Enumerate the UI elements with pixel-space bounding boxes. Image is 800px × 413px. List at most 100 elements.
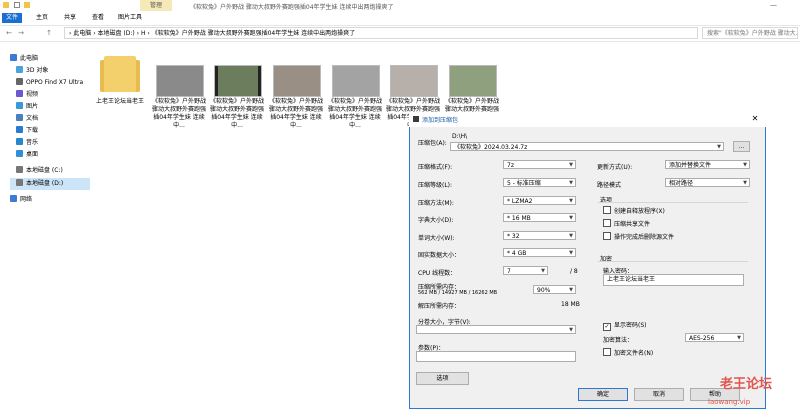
password-input[interactable]: 上老王论坛当老王 <box>603 274 744 286</box>
ok-button[interactable]: 确定 <box>578 388 628 401</box>
method-label: 压缩方法(M): <box>418 200 454 207</box>
tab-home[interactable]: 主页 <box>32 13 52 23</box>
memory-detail: 562 MB / 14927 MB / 16262 MB <box>418 290 498 296</box>
file-caption[interactable]: 《软软兔》户外野战 骤动大叔野外赛跑强插04年学生妹 连续中... <box>268 98 324 130</box>
forward-icon[interactable]: → <box>16 27 26 39</box>
folder-icon <box>3 2 9 8</box>
decompress-memory-value: 18 MB <box>561 301 580 308</box>
new-folder-icon[interactable] <box>24 2 30 8</box>
path-mode-label: 路径模式 <box>597 182 622 189</box>
image-thumbnail[interactable] <box>390 65 438 97</box>
tab-picture-tools[interactable]: 图片工具 <box>114 13 146 23</box>
shared-files-checkbox[interactable]: 压缩共享文件 <box>603 219 650 228</box>
manage-tab[interactable]: 管理 <box>140 0 172 11</box>
chevron-down-icon: ▼ <box>569 162 573 168</box>
archive-name-combo[interactable]: 《软软兔》2024.03.24.7z ▼ <box>450 142 724 151</box>
dictionary-select[interactable]: * 16 MB ▼ <box>503 213 576 222</box>
search-input[interactable]: 搜索"《软软兔》户外野战 骤动大... <box>702 27 798 39</box>
back-icon[interactable]: ← <box>4 27 14 39</box>
up-icon[interactable]: ↑ <box>44 27 54 39</box>
split-size-combo[interactable]: ▼ <box>416 325 576 334</box>
sidebar-item-documents[interactable]: 文档 <box>16 113 38 125</box>
sidebar-item-network[interactable]: 网络 <box>10 194 32 206</box>
solid-block-label: 固实数据大小： <box>418 252 461 259</box>
image-thumbnail[interactable] <box>449 65 497 97</box>
address-bar[interactable]: › 此电脑 › 本地磁盘 (D:) › H › 《软软兔》户外野战 骤动大叔野外… <box>64 27 698 39</box>
encryption-method-select[interactable]: AES-256 ▼ <box>685 333 744 342</box>
sidebar-item-phone[interactable]: OPPO Find X7 Ultra <box>16 77 83 89</box>
dialog-title-bar <box>409 112 766 127</box>
format-label: 压缩格式(F): <box>418 164 453 171</box>
image-thumbnail[interactable] <box>332 65 380 97</box>
divider <box>598 202 748 203</box>
sidebar-item-music[interactable]: 音乐 <box>16 137 38 149</box>
image-thumbnail[interactable] <box>156 65 204 97</box>
properties-icon[interactable] <box>14 2 20 8</box>
archive-dir: D:\H\ <box>452 133 468 140</box>
archive-label: 压缩包(A): <box>418 140 447 147</box>
tab-share[interactable]: 共享 <box>60 13 80 23</box>
sidebar-item-drive-c[interactable]: 本地磁盘 (C:) <box>16 165 63 177</box>
cancel-button[interactable]: 取消 <box>634 388 684 401</box>
options-button[interactable]: 选项 <box>416 372 469 385</box>
video-thumbnail[interactable] <box>214 65 262 97</box>
sidebar-item-3d[interactable]: 3D 对象 <box>16 65 48 77</box>
window-title: 《软软兔》户外野战 骤动大叔野外赛跑强插04年学生妹 连续中出两炮操爽了 <box>190 4 394 11</box>
file-caption[interactable]: 《软软兔》户外野战 骤动大叔野外赛跑强插04年学生妹 连续中... <box>151 98 207 130</box>
sidebar-item-desktop[interactable]: 桌面 <box>16 149 38 161</box>
cpu-threads-label: CPU 线程数： <box>418 270 457 277</box>
file-caption[interactable]: 《软软兔》户外野战 骤动大叔野外赛跑强插04年学生妹 连续中... <box>209 98 265 130</box>
ribbon: 文件 主页 共享 查看 图片工具 <box>0 11 800 26</box>
sidebar-item-drive-d[interactable]: 本地磁盘 (D:) <box>10 178 90 190</box>
word-size-label: 单词大小(W): <box>418 235 455 242</box>
update-mode-select[interactable]: 添加并替换文件 ▼ <box>665 160 750 169</box>
chevron-down-icon: ▼ <box>743 162 747 168</box>
navigation-pane: 此电脑 3D 对象 OPPO Find X7 Ultra 视频 图片 文档 下载… <box>0 42 90 413</box>
level-select[interactable]: 5 - 标准压缩 ▼ <box>503 178 576 187</box>
file-caption-folder[interactable]: 上老王论坛当老王 <box>92 98 148 106</box>
chevron-down-icon: ▼ <box>569 327 573 333</box>
sfx-checkbox[interactable]: 创建自释放程序(X) <box>603 206 665 215</box>
solid-block-select[interactable]: * 4 GB ▼ <box>503 248 576 257</box>
show-password-checkbox[interactable]: ✓ 显示密码(S) <box>603 320 647 331</box>
minimize-icon[interactable]: — <box>770 1 777 9</box>
drive-icon <box>16 166 23 173</box>
format-select[interactable]: 7z ▼ <box>503 160 576 169</box>
sidebar-item-pictures[interactable]: 图片 <box>16 101 38 113</box>
tab-view[interactable]: 查看 <box>88 13 108 23</box>
music-icon <box>16 138 23 145</box>
tab-file[interactable]: 文件 <box>2 13 23 23</box>
file-caption[interactable]: 《软软兔》户外野战 骤动大叔野外赛跑强插04年学生妹 连续中... <box>327 98 383 130</box>
browse-button[interactable]: ... <box>733 141 750 152</box>
title-bar <box>0 0 800 11</box>
encrypt-names-checkbox[interactable]: 加密文件名(N) <box>603 348 653 357</box>
video-icon <box>16 90 23 97</box>
chevron-down-icon: ▼ <box>569 233 573 239</box>
checkbox-box <box>603 206 611 214</box>
method-select[interactable]: * LZMA2 ▼ <box>503 196 576 205</box>
word-size-select[interactable]: * 32 ▼ <box>503 231 576 240</box>
chevron-down-icon: ▼ <box>569 250 573 256</box>
chevron-down-icon: ▼ <box>541 268 545 274</box>
sidebar-item-this-pc[interactable]: 此电脑 <box>10 53 38 65</box>
close-icon[interactable]: ✕ <box>748 113 762 125</box>
delete-after-checkbox[interactable]: 操作完成后删除源文件 <box>603 232 674 241</box>
picture-icon <box>16 102 23 109</box>
image-thumbnail[interactable] <box>273 65 321 97</box>
watermark-url: laowang.vip <box>708 398 751 406</box>
dictionary-label: 字典大小(D): <box>418 217 454 224</box>
path-mode-select[interactable]: 相对路径 ▼ <box>665 178 750 187</box>
download-icon <box>16 126 23 133</box>
checkbox-box <box>603 232 611 240</box>
sidebar-item-videos[interactable]: 视频 <box>16 89 38 101</box>
film-strip <box>258 66 261 96</box>
chevron-down-icon: ▼ <box>569 287 573 293</box>
cpu-total: / 8 <box>570 268 578 275</box>
desktop-icon <box>16 150 23 157</box>
cpu-threads-select[interactable]: 7 ▼ <box>503 266 548 275</box>
sidebar-item-downloads[interactable]: 下载 <box>16 125 38 137</box>
check-icon: ✓ <box>603 323 611 331</box>
checkbox-box <box>603 219 611 227</box>
memory-usage-select[interactable]: 90% ▼ <box>533 285 576 294</box>
params-input[interactable] <box>416 351 576 362</box>
